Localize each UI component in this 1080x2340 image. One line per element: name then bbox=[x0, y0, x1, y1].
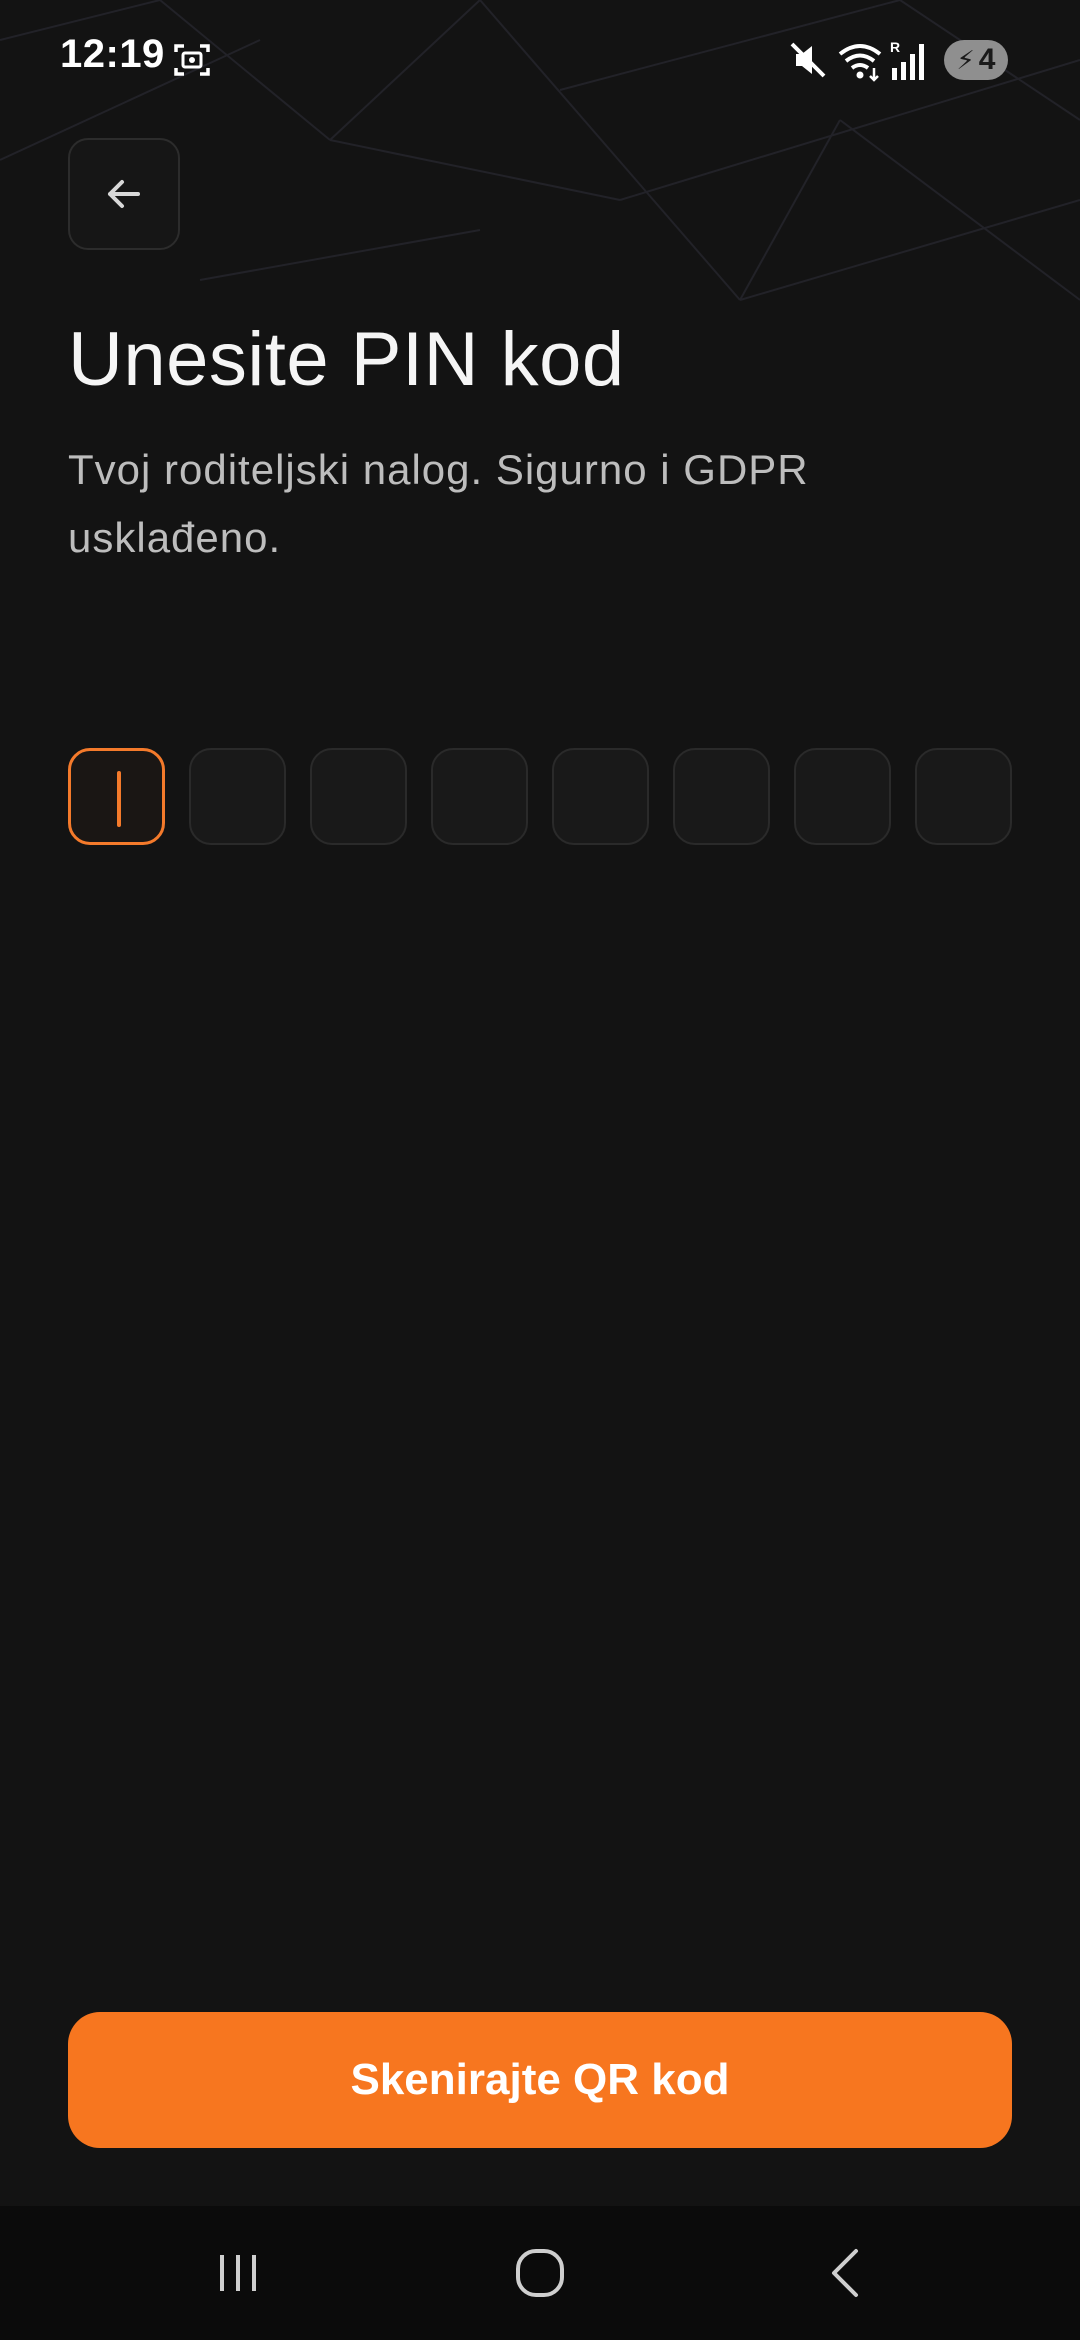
home-icon bbox=[516, 2249, 564, 2297]
pin-digit-8[interactable] bbox=[915, 748, 1012, 845]
battery-level: 4 bbox=[978, 43, 996, 76]
arrow-left-icon bbox=[108, 180, 140, 208]
status-bar: 12:19 R ⚡ 4 bbox=[0, 0, 1080, 120]
pin-input[interactable] bbox=[68, 748, 1012, 846]
pin-digit-2[interactable] bbox=[189, 748, 286, 845]
home-button[interactable] bbox=[480, 2228, 600, 2318]
mute-icon bbox=[790, 42, 826, 78]
pin-digit-4[interactable] bbox=[431, 748, 528, 845]
navigation-bar bbox=[0, 2206, 1080, 2340]
pin-digit-3[interactable] bbox=[310, 748, 407, 845]
svg-text:R: R bbox=[890, 39, 900, 55]
pin-digit-5[interactable] bbox=[552, 748, 649, 845]
recents-icon bbox=[220, 2255, 256, 2291]
pin-digit-6[interactable] bbox=[673, 748, 770, 845]
pin-digit-7[interactable] bbox=[794, 748, 891, 845]
back-nav-icon bbox=[832, 2249, 858, 2297]
page-title: Unesite PIN kod bbox=[68, 317, 625, 402]
recents-button[interactable] bbox=[178, 2228, 298, 2318]
back-nav-button[interactable] bbox=[786, 2228, 906, 2318]
text-cursor bbox=[117, 771, 121, 827]
back-button[interactable] bbox=[68, 138, 180, 250]
scan-qr-button[interactable]: Skenirajte QR kod bbox=[68, 2012, 1012, 2148]
status-icons: R ⚡ 4 bbox=[788, 38, 1008, 82]
signal-icon: R bbox=[890, 39, 924, 80]
status-time: 12:19 bbox=[60, 32, 165, 76]
battery-charging-icon: ⚡ 4 bbox=[944, 40, 1008, 80]
page-subtitle: Tvoj roditeljski nalog. Sigurno i GDPR u… bbox=[68, 446, 809, 561]
pin-digit-1[interactable] bbox=[68, 748, 165, 845]
screenshot-icon bbox=[174, 44, 210, 76]
wifi-icon bbox=[838, 44, 882, 82]
